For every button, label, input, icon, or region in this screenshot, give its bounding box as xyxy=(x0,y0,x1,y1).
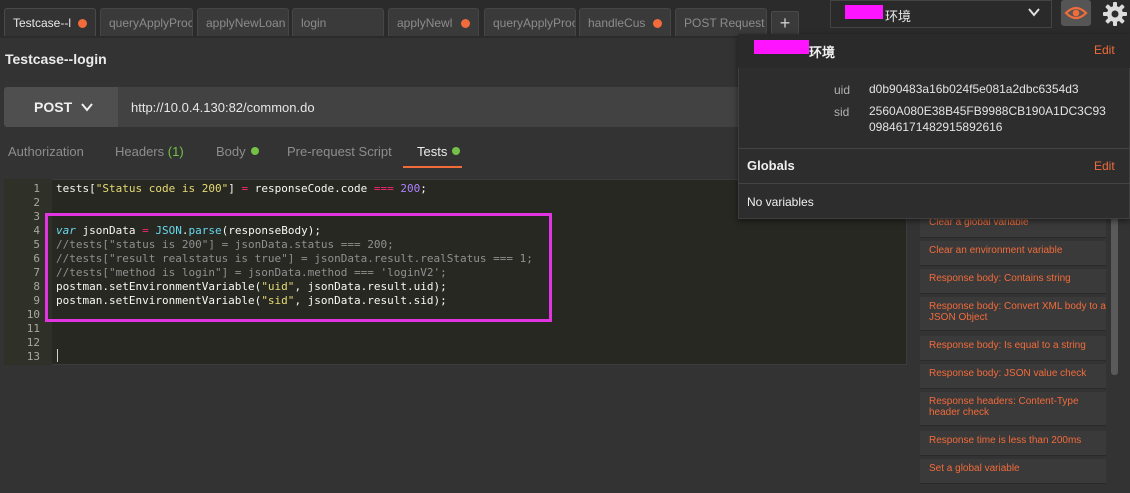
environment-name: 环境 xyxy=(885,9,912,24)
tab-headers[interactable]: Headers (1) xyxy=(115,144,184,159)
line-number: 3 xyxy=(33,210,40,223)
redacted-block xyxy=(845,5,883,19)
annotation-highlight-box xyxy=(45,213,552,322)
variable-key: uid xyxy=(834,83,851,97)
method-select[interactable]: POST xyxy=(4,87,118,127)
tab-label: Pre-request Script xyxy=(287,144,392,159)
headers-count: (1) xyxy=(167,144,184,159)
tab-label: applyNewLoan xyxy=(206,16,286,30)
eye-icon xyxy=(1064,6,1088,20)
status-dot-icon xyxy=(250,147,259,155)
method-label: POST xyxy=(34,99,73,115)
tab-pre-request-script[interactable]: Pre-request Script xyxy=(287,144,392,159)
tab-body[interactable]: Body xyxy=(216,144,259,159)
request-title: Testcase--login xyxy=(5,51,107,67)
snippet-response-body-equal-string[interactable]: Response body: Is equal to a string xyxy=(920,336,1106,361)
tab-label: Body xyxy=(216,144,246,159)
tab-label: queryApplyProc xyxy=(493,16,576,30)
line-number: 13 xyxy=(26,350,40,363)
snippet-response-time-less-200ms[interactable]: Response time is less than 200ms xyxy=(920,431,1106,456)
divider xyxy=(738,148,1130,149)
text-cursor xyxy=(57,349,58,362)
snippet-response-body-convert-xml[interactable]: Response body: Convert XML body to a JSO… xyxy=(920,297,1106,331)
gear-icon xyxy=(1103,2,1127,26)
code-line-1: tests["Status code is 200"] = responseCo… xyxy=(56,182,427,195)
edit-globals-link[interactable]: Edit xyxy=(1094,159,1115,173)
line-number: 2 xyxy=(33,196,40,209)
unsaved-dot-icon xyxy=(653,19,662,28)
tab-label: handleCus xyxy=(588,16,646,30)
edit-environment-link[interactable]: Edit xyxy=(1094,43,1115,57)
url-value: http://10.0.4.130:82/common.do xyxy=(131,100,315,115)
tab-label: POST Request xyxy=(684,16,765,30)
tab-label: Headers xyxy=(115,144,165,159)
variable-value: d0b90483a16b024f5e081a2dbc6354d3 xyxy=(869,82,1079,96)
chevron-down-icon xyxy=(81,103,93,112)
line-number: 9 xyxy=(33,294,40,307)
line-number: 12 xyxy=(26,336,40,349)
tab-tests[interactable]: Tests xyxy=(417,144,461,159)
snippet-response-headers-content-type[interactable]: Response headers: Content-Type header ch… xyxy=(920,392,1106,426)
url-input[interactable]: http://10.0.4.130:82/common.do xyxy=(118,87,748,127)
globals-title: Globals xyxy=(747,158,795,173)
environment-quick-look-button[interactable] xyxy=(1061,0,1091,26)
snippet-clear-environment-variable[interactable]: Clear an environment variable xyxy=(920,241,1106,266)
tab-label: login xyxy=(301,16,327,30)
tab-label: Tests xyxy=(417,144,448,159)
chevron-down-icon xyxy=(1028,8,1040,17)
unsaved-dot-icon xyxy=(78,19,87,28)
divider xyxy=(738,183,1130,184)
line-number: 11 xyxy=(26,322,40,335)
tab-query-apply-proc[interactable]: queryApplyProc xyxy=(484,8,576,36)
active-tab-indicator xyxy=(403,166,462,168)
tab-label: Authorization xyxy=(8,144,84,159)
tab-label: applyNewl xyxy=(397,16,453,30)
line-number: 10 xyxy=(26,308,40,321)
tab-post-request[interactable]: POST Request xyxy=(675,8,767,36)
tab-testcase-login[interactable]: Testcase--l xyxy=(4,8,96,36)
tab-query-apply-process[interactable]: queryApplyProce xyxy=(100,8,193,36)
add-tab-button[interactable]: + xyxy=(771,11,799,35)
settings-button[interactable] xyxy=(1101,0,1129,28)
line-number: 4 xyxy=(33,224,40,237)
line-number: 7 xyxy=(33,266,40,279)
snippet-set-global-variable[interactable]: Set a global variable xyxy=(920,459,1106,484)
tab-label: Testcase--l xyxy=(13,16,72,30)
unsaved-dot-icon xyxy=(461,19,470,28)
variable-value: 2560A080E38B45FB9988CB190A1DC3C930984617… xyxy=(869,104,1106,134)
line-number: 8 xyxy=(33,280,40,293)
snippet-response-body-json-value-check[interactable]: Response body: JSON value check xyxy=(920,364,1106,389)
environment-title: 环境 xyxy=(809,45,836,60)
redacted-block xyxy=(754,40,809,54)
tab-handle-cus[interactable]: handleCus xyxy=(579,8,671,36)
variable-key: sid xyxy=(834,105,850,119)
line-number: 1 xyxy=(33,182,40,195)
no-variables-text: No variables xyxy=(747,195,814,209)
snippet-response-body-contains-string[interactable]: Response body: Contains string xyxy=(920,269,1106,294)
environment-select[interactable]: 环境 xyxy=(830,0,1052,28)
tab-apply-new-l[interactable]: applyNewl xyxy=(388,8,479,36)
tab-apply-new-loan[interactable]: applyNewLoan xyxy=(197,8,289,36)
tab-login[interactable]: login xyxy=(292,8,384,36)
line-number: 6 xyxy=(33,252,40,265)
line-number: 5 xyxy=(33,238,40,251)
snippets-scrollbar[interactable] xyxy=(1111,210,1118,375)
tab-authorization[interactable]: Authorization xyxy=(8,144,84,159)
status-dot-icon xyxy=(452,147,461,155)
tab-label: queryApplyProce xyxy=(109,16,193,30)
